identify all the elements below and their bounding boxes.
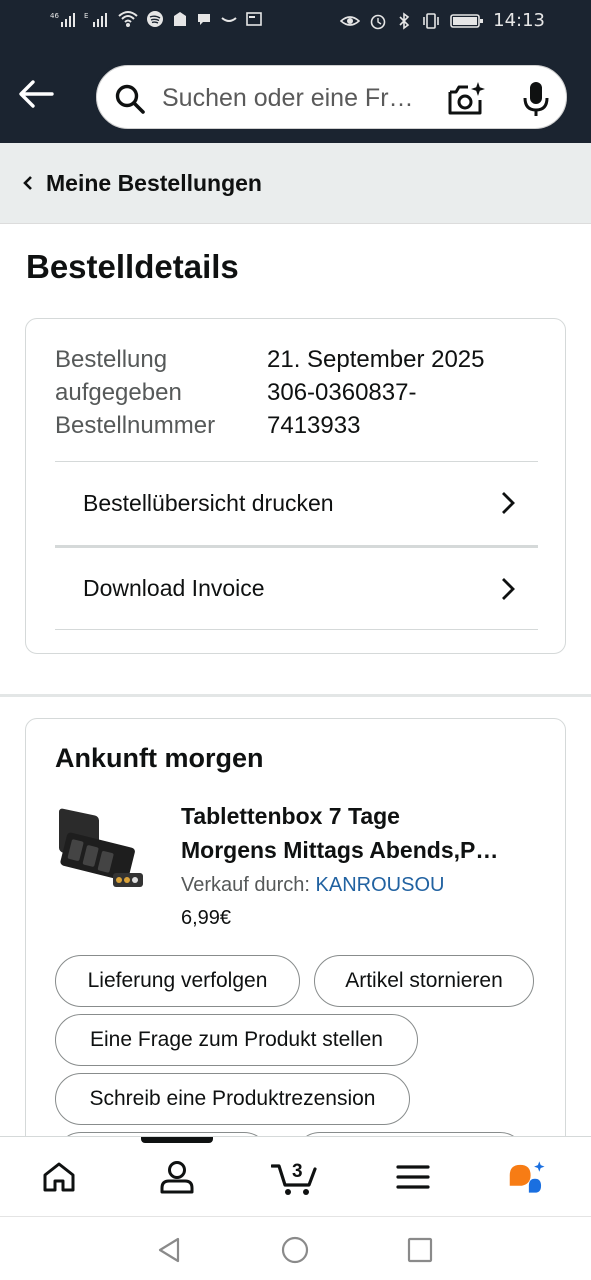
product-title-line-2: Morgens Mittags Abends,P… xyxy=(181,837,499,863)
menu-icon xyxy=(396,1165,430,1189)
order-details: Bestellung 21. September 2025 aufgegeben… xyxy=(55,343,545,442)
eye-icon xyxy=(340,15,361,26)
seller-info: Verkauf durch: KANROUSOU xyxy=(181,874,444,897)
page-title: Bestelldetails xyxy=(26,248,239,285)
signal-icon-2: E xyxy=(84,12,107,27)
system-recent-apps-button[interactable] xyxy=(405,1235,435,1265)
cast-icon xyxy=(246,12,262,26)
system-back-button[interactable] xyxy=(154,1235,184,1265)
product-price: 6,99€ xyxy=(181,907,232,929)
spotify-icon xyxy=(147,11,163,27)
search-input[interactable] xyxy=(162,77,432,119)
seller-link[interactable]: KANROUSOU xyxy=(316,874,445,896)
breadcrumb[interactable]: Meine Bestellungen xyxy=(0,143,591,224)
product-title[interactable]: Tablettenbox 7 Tage Morgens Mittags Aben… xyxy=(181,799,541,867)
app-icon xyxy=(174,12,186,26)
back-button[interactable] xyxy=(16,74,56,114)
chevron-right-icon xyxy=(502,578,515,600)
order-number-label: Bestellnummer xyxy=(55,412,216,439)
square-recents-icon xyxy=(407,1237,433,1263)
order-date-value: 21. September 2025 xyxy=(267,346,485,373)
section-divider xyxy=(0,694,591,697)
status-time: 14:13 xyxy=(493,10,545,31)
battery-icon xyxy=(450,13,484,28)
system-home-button[interactable] xyxy=(280,1235,310,1265)
print-order-summary-link[interactable]: Bestellübersicht drucken xyxy=(55,461,538,545)
search-bar[interactable] xyxy=(93,62,570,132)
back-arrow-icon xyxy=(19,80,54,108)
nav-rufus[interactable] xyxy=(508,1157,548,1197)
camera-lens-icon[interactable] xyxy=(446,80,486,118)
signal-icon: 46 xyxy=(50,12,75,27)
order-date-label-2: aufgegeben xyxy=(55,379,182,406)
status-left: 46 E xyxy=(50,10,262,28)
write-review-button[interactable]: Schreib eine Produktrezension xyxy=(55,1073,410,1125)
svg-text:E: E xyxy=(84,12,88,20)
download-invoice-label: Download Invoice xyxy=(83,575,265,601)
wifi-icon xyxy=(118,11,138,27)
active-tab-indicator xyxy=(141,1137,213,1143)
nav-menu[interactable] xyxy=(393,1157,433,1197)
seller-label: Verkauf durch: xyxy=(181,874,310,896)
nav-home[interactable] xyxy=(39,1157,79,1197)
ask-product-question-button[interactable]: Eine Frage zum Produkt stellen xyxy=(55,1014,418,1066)
amazon-smile-icon xyxy=(221,17,237,22)
microphone-icon[interactable] xyxy=(521,80,551,118)
track-package-button[interactable]: Lieferung verfolgen xyxy=(55,955,300,1007)
cart-count: 3 xyxy=(292,1161,303,1182)
order-date-label-1: Bestellung xyxy=(55,346,168,373)
cart-icon: 3 xyxy=(271,1161,317,1195)
home-icon xyxy=(43,1162,75,1192)
vibrate-icon xyxy=(423,12,439,29)
order-number-value-2: 7413933 xyxy=(267,412,361,439)
order-number-value-1: 306-0360837- xyxy=(267,379,417,406)
chat-icon xyxy=(198,14,210,25)
alarm-icon xyxy=(370,14,386,29)
order-summary-card: Bestellung 21. September 2025 aufgegeben… xyxy=(25,318,566,654)
breadcrumb-label: Meine Bestellungen xyxy=(46,169,262,196)
product-title-line-1: Tablettenbox 7 Tage xyxy=(181,803,400,829)
download-invoice-link[interactable]: Download Invoice xyxy=(55,545,538,629)
nav-account[interactable] xyxy=(157,1157,197,1197)
cancel-item-button[interactable]: Artikel stornieren xyxy=(314,955,534,1007)
system-navigation xyxy=(0,1216,591,1280)
status-right: 14:13 xyxy=(340,10,545,31)
shipment-card: Ankunft morgen Tablettenbox 7 Tage Morge… xyxy=(25,718,566,1184)
search-icon xyxy=(115,84,145,114)
chevron-right-icon xyxy=(502,492,515,514)
nav-cart[interactable]: 3 xyxy=(270,1157,320,1197)
status-bar: 46 E 14:13 xyxy=(0,0,591,44)
triangle-back-icon xyxy=(158,1237,180,1263)
top-header xyxy=(0,44,591,143)
delivery-status-title: Ankunft morgen xyxy=(55,743,264,773)
account-icon xyxy=(160,1161,194,1194)
product-thumbnail[interactable] xyxy=(55,799,147,895)
bottom-navigation: 3 xyxy=(0,1136,591,1216)
bluetooth-icon xyxy=(399,11,410,30)
print-order-summary-label: Bestellübersicht drucken xyxy=(83,490,334,516)
chevron-left-icon xyxy=(23,176,32,190)
circle-home-icon xyxy=(281,1236,309,1264)
divider xyxy=(55,629,538,630)
svg-text:46: 46 xyxy=(50,12,59,20)
rufus-icon xyxy=(509,1161,545,1193)
